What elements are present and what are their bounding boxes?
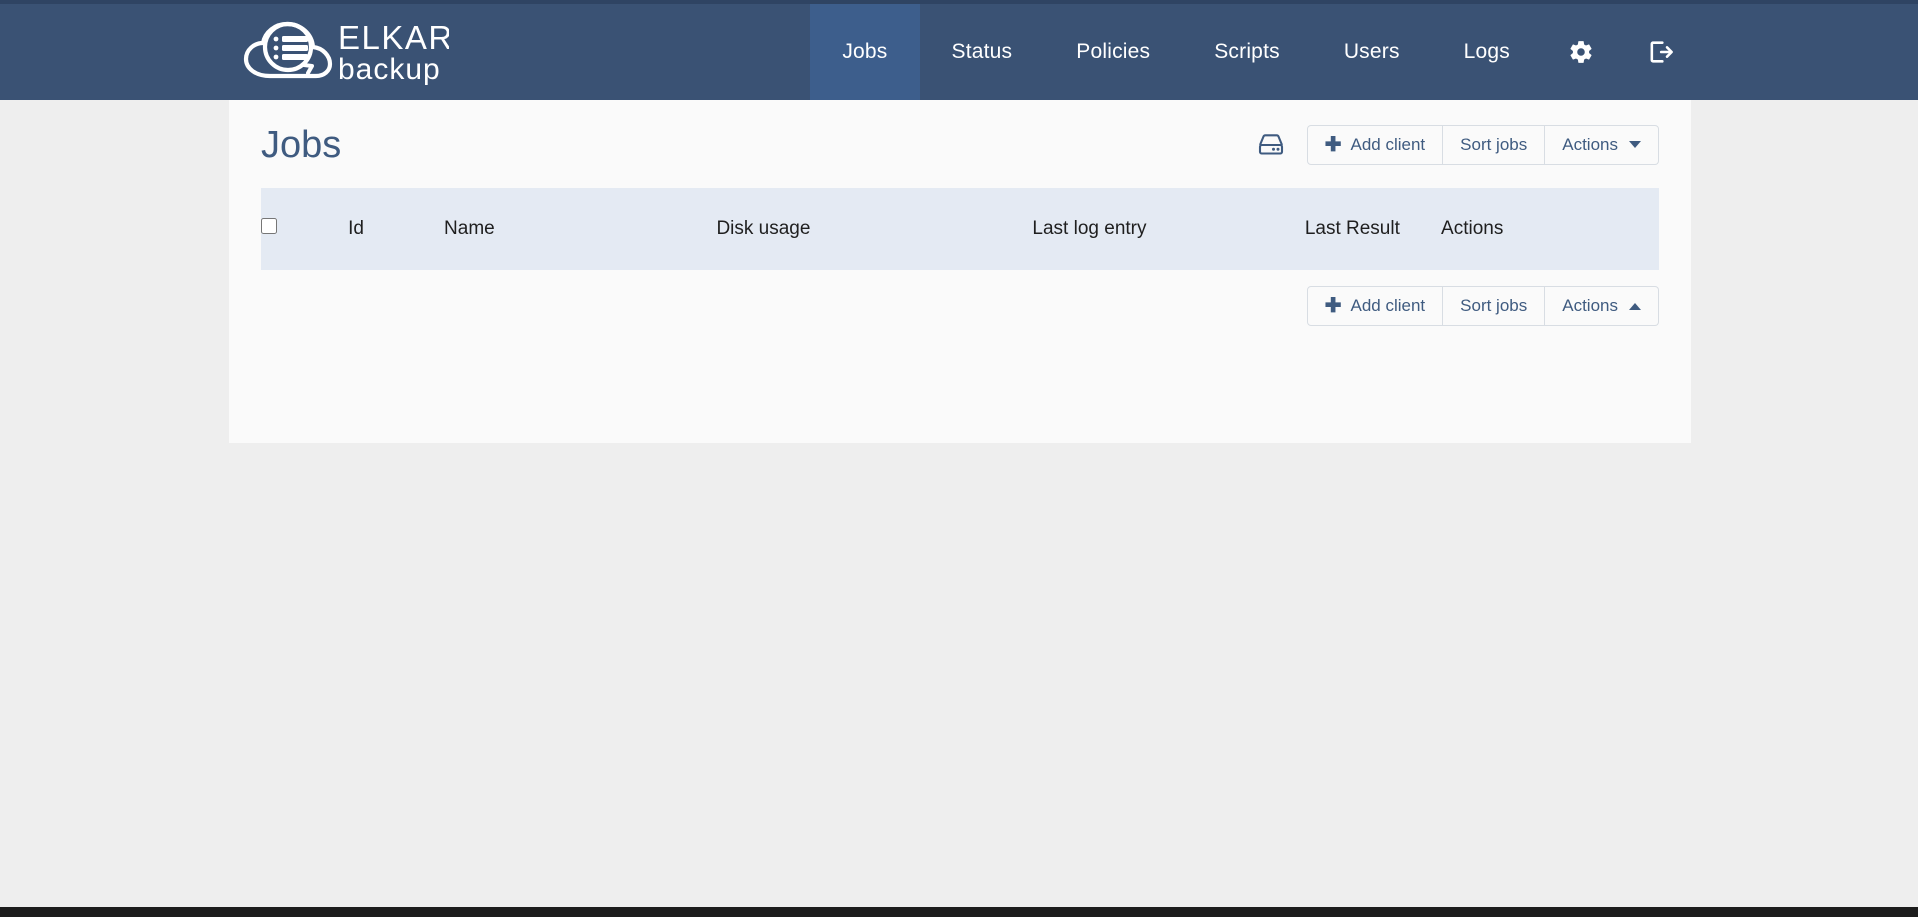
sort-jobs-label-top: Sort jobs xyxy=(1460,134,1528,154)
column-header-id[interactable]: Id xyxy=(348,188,444,270)
window-bottom-bar xyxy=(0,907,1918,917)
nav-item-status-label: Status xyxy=(951,40,1013,63)
nav-item-logs-label: Logs xyxy=(1463,40,1510,63)
top-toolbar: ✚ Add client Sort jobs Actions xyxy=(1257,124,1659,166)
nav-item-policies-label: Policies xyxy=(1076,40,1151,63)
table-header-row: Id Name Disk usage Last log entry Last R… xyxy=(261,188,1659,270)
add-client-label-bottom: Add client xyxy=(1350,296,1426,315)
actions-dropdown-bottom[interactable]: Actions xyxy=(1545,286,1659,327)
column-header-disk-usage[interactable]: Disk usage xyxy=(716,188,1032,270)
jobs-table-head: Id Name Disk usage Last log entry Last R… xyxy=(261,188,1659,270)
nav-item-scripts-label: Scripts xyxy=(1214,40,1280,63)
card-header: Jobs ✚ Add client Sort jobs Actions xyxy=(261,100,1659,180)
bottom-button-group: ✚ Add client Sort jobs Actions xyxy=(1306,286,1659,327)
plus-icon: ✚ xyxy=(1324,133,1342,156)
actions-dropdown-top[interactable]: Actions xyxy=(1545,124,1659,166)
column-header-name[interactable]: Name xyxy=(444,188,716,270)
sort-jobs-button-bottom[interactable]: Sort jobs xyxy=(1443,286,1546,327)
top-button-group: ✚ Add client Sort jobs Actions xyxy=(1306,124,1659,166)
cloud-database-logo-icon: ELKAR backup xyxy=(234,19,449,85)
column-select-all xyxy=(261,188,348,270)
brand-logo[interactable]: ELKAR backup xyxy=(0,4,479,100)
jobs-table: Id Name Disk usage Last log entry Last R… xyxy=(261,188,1659,270)
jobs-card: Jobs ✚ Add client Sort jobs Actions Id N… xyxy=(229,100,1691,443)
column-header-last-result[interactable]: Last Result xyxy=(1305,188,1441,270)
actions-label-top: Actions xyxy=(1562,134,1618,154)
settings-button[interactable] xyxy=(1542,4,1620,100)
sign-out-icon xyxy=(1646,38,1674,66)
nav-item-status[interactable]: Status xyxy=(920,4,1045,100)
sort-jobs-label-bottom: Sort jobs xyxy=(1460,296,1528,315)
hdd-icon[interactable] xyxy=(1257,133,1285,157)
page-body: Jobs ✚ Add client Sort jobs Actions Id N… xyxy=(0,100,1918,917)
logout-button[interactable] xyxy=(1620,4,1700,100)
nav-item-users[interactable]: Users xyxy=(1312,4,1432,100)
nav-item-jobs-label: Jobs xyxy=(842,40,888,63)
nav-item-users-label: Users xyxy=(1343,40,1400,63)
add-client-button-top[interactable]: ✚ Add client xyxy=(1306,124,1444,166)
nav-item-logs[interactable]: Logs xyxy=(1432,4,1542,100)
column-header-actions: Actions xyxy=(1441,218,1504,239)
nav-links: Jobs Status Policies Scripts Users Logs xyxy=(810,4,1918,100)
column-header-last-log[interactable]: Last log entry xyxy=(1032,188,1304,270)
main-navbar: ELKAR backup Jobs Status Policies Script… xyxy=(0,4,1918,100)
add-client-label-top: Add client xyxy=(1350,134,1426,154)
page-title: Jobs xyxy=(261,124,342,166)
nav-item-scripts[interactable]: Scripts xyxy=(1182,4,1312,100)
bottom-toolbar: ✚ Add client Sort jobs Actions xyxy=(261,270,1659,327)
sort-jobs-button-top[interactable]: Sort jobs xyxy=(1443,124,1546,166)
actions-label-bottom: Actions xyxy=(1562,296,1618,315)
brand-name-text: ELKAR xyxy=(338,19,449,56)
add-client-button-bottom[interactable]: ✚ Add client xyxy=(1306,286,1444,327)
select-all-checkbox[interactable] xyxy=(261,218,277,234)
nav-item-policies[interactable]: Policies xyxy=(1044,4,1182,100)
plus-icon: ✚ xyxy=(1324,295,1342,318)
brand-subname-text: backup xyxy=(338,53,441,85)
nav-item-jobs[interactable]: Jobs xyxy=(810,4,920,100)
chevron-down-icon xyxy=(1629,141,1641,149)
gear-icon xyxy=(1568,39,1594,65)
chevron-up-icon xyxy=(1629,302,1641,310)
